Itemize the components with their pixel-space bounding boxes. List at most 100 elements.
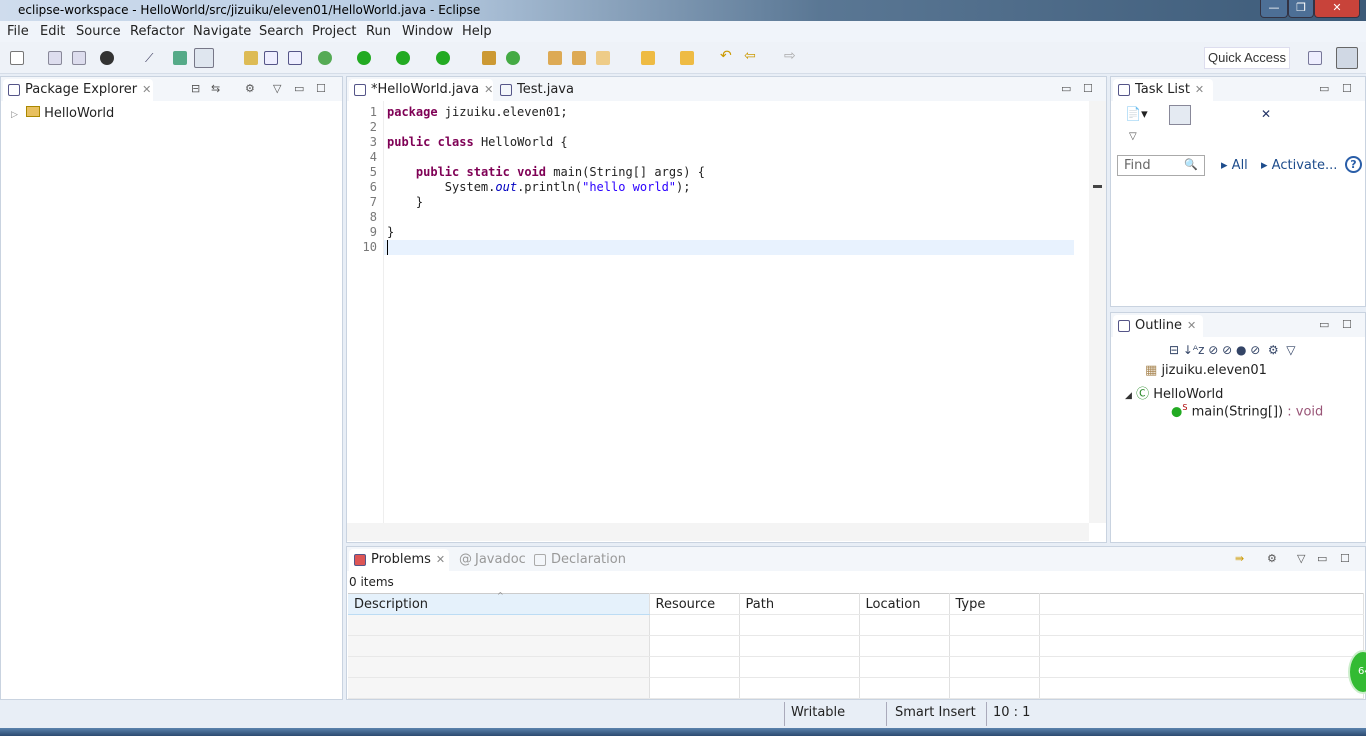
code-text[interactable]: package jizuiku.eleven01; public class He… bbox=[387, 105, 705, 255]
menu-search[interactable]: Search bbox=[259, 24, 304, 39]
save-all-icon[interactable] bbox=[72, 51, 86, 65]
new-task-icon[interactable]: 📄▾ bbox=[1125, 107, 1148, 122]
outline-class[interactable]: ◢ Ⓒ HelloWorld bbox=[1125, 383, 1223, 402]
maximize-icon[interactable]: ☐ bbox=[316, 82, 326, 95]
skip-breakpoints-icon[interactable]: ⟋ bbox=[145, 51, 159, 65]
java-perspective-icon[interactable] bbox=[1336, 47, 1358, 69]
column-resource[interactable]: Resource bbox=[649, 593, 740, 615]
last-edit-icon[interactable]: ↶ bbox=[720, 48, 734, 64]
tab-task-list[interactable]: Task List ✕ bbox=[1113, 79, 1213, 101]
menu-project[interactable]: Project bbox=[312, 24, 356, 39]
table-row bbox=[348, 677, 1364, 699]
column-type[interactable]: Type bbox=[949, 593, 1040, 615]
menu-window[interactable]: Window bbox=[402, 24, 453, 39]
close-icon[interactable]: ✕ bbox=[1187, 319, 1196, 332]
tab-package-explorer[interactable]: Package Explorer ✕ bbox=[3, 79, 153, 101]
menu-bar: File Edit Source Refactor Navigate Searc… bbox=[0, 21, 1366, 42]
view-menu-icon[interactable]: ⚙ bbox=[1267, 552, 1277, 565]
tab-declaration[interactable]: Declaration bbox=[529, 549, 629, 571]
restore-button[interactable]: ❐ bbox=[1288, 0, 1314, 18]
coverage-icon[interactable] bbox=[396, 51, 410, 65]
block-selection-icon[interactable] bbox=[264, 51, 278, 65]
tab-javadoc[interactable]: @ Javadoc bbox=[453, 549, 527, 571]
tab-test-java[interactable]: Test.java bbox=[495, 79, 585, 101]
minimize-icon[interactable]: ▭ bbox=[1319, 318, 1329, 331]
outline-toolbar-icons[interactable]: ⊟ ↓ᴬz ⊘ ⊘ ● ⊘ ⚙ ▽ bbox=[1169, 343, 1296, 357]
chevron-down-icon[interactable]: ▽ bbox=[1297, 552, 1305, 565]
tree-item-helloworld[interactable]: ▷ HelloWorld bbox=[11, 106, 114, 121]
maximize-icon[interactable]: ☐ bbox=[1342, 82, 1352, 95]
vertical-scrollbar[interactable] bbox=[1089, 101, 1106, 523]
focus-icon[interactable]: ✕ bbox=[1261, 107, 1271, 121]
minimize-icon[interactable]: ▭ bbox=[1319, 82, 1329, 95]
profile-icon[interactable] bbox=[100, 51, 114, 65]
run-icon[interactable] bbox=[357, 51, 371, 65]
menu-refactor[interactable]: Refactor bbox=[130, 24, 185, 39]
close-button[interactable]: ✕ bbox=[1314, 0, 1360, 18]
column-path[interactable]: Path bbox=[739, 593, 860, 615]
new-icon[interactable] bbox=[10, 51, 24, 65]
open-type-icon[interactable] bbox=[548, 51, 562, 65]
tab-problems[interactable]: Problems ✕ bbox=[349, 549, 449, 571]
outline-package[interactable]: ▦ jizuiku.eleven01 bbox=[1145, 363, 1267, 378]
save-icon[interactable] bbox=[48, 51, 62, 65]
task-icon[interactable] bbox=[173, 51, 187, 65]
open-perspective-icon[interactable] bbox=[1308, 51, 1322, 65]
new-package-icon[interactable] bbox=[482, 51, 496, 65]
view-menu-icon[interactable]: ⚙ bbox=[245, 82, 255, 95]
problems-icon bbox=[354, 554, 366, 566]
close-icon[interactable]: ✕ bbox=[436, 553, 445, 566]
chevron-down-icon[interactable]: ▽ bbox=[273, 82, 281, 95]
whitespace-icon[interactable] bbox=[288, 51, 302, 65]
focus-on-active-task-icon[interactable]: ⇛ bbox=[1235, 552, 1244, 565]
menu-edit[interactable]: Edit bbox=[40, 24, 65, 39]
menu-run[interactable]: Run bbox=[366, 24, 391, 39]
column-location[interactable]: Location bbox=[859, 593, 950, 615]
mark-occurrences-icon[interactable] bbox=[194, 48, 214, 68]
public-method-icon: ● bbox=[1171, 404, 1183, 420]
link-editor-icon[interactable]: ⇆ bbox=[211, 82, 220, 95]
new-class-icon[interactable] bbox=[506, 51, 520, 65]
class-icon: Ⓒ bbox=[1136, 387, 1150, 402]
forward-icon[interactable]: ⇨ bbox=[784, 48, 798, 64]
activate-link[interactable]: ▸ Activate... bbox=[1261, 158, 1337, 173]
tab-outline[interactable]: Outline ✕ bbox=[1113, 315, 1203, 337]
maximize-icon[interactable]: ☐ bbox=[1083, 82, 1093, 95]
minimize-icon[interactable]: ▭ bbox=[294, 82, 304, 95]
search-icon[interactable] bbox=[596, 51, 610, 65]
menu-help[interactable]: Help bbox=[462, 24, 492, 39]
open-folder-icon[interactable] bbox=[572, 51, 586, 65]
horizontal-scrollbar[interactable] bbox=[347, 523, 1089, 541]
close-icon[interactable]: ✕ bbox=[142, 83, 151, 96]
overview-ruler-marker[interactable] bbox=[1093, 185, 1102, 188]
all-link[interactable]: ▸ All bbox=[1221, 158, 1248, 173]
close-icon[interactable]: ✕ bbox=[1195, 83, 1204, 96]
code-area[interactable]: 1 2 3 4 5 6 7 8 9 10 package jizuiku.eleven01; pub… bbox=[347, 101, 1089, 523]
external-tools-icon[interactable] bbox=[436, 51, 450, 65]
word-wrap-icon[interactable] bbox=[244, 51, 258, 65]
close-icon[interactable]: ✕ bbox=[484, 83, 493, 96]
outline-method[interactable]: ●S main(String[]) : void bbox=[1171, 403, 1323, 419]
collapse-all-icon[interactable]: ⊟ bbox=[191, 82, 200, 95]
minimize-icon[interactable]: ▭ bbox=[1317, 552, 1327, 565]
quick-access-input[interactable]: Quick Access bbox=[1204, 47, 1290, 69]
next-annotation-icon[interactable] bbox=[641, 51, 655, 65]
find-input[interactable]: Find 🔍 bbox=[1117, 155, 1205, 176]
maximize-icon[interactable]: ☐ bbox=[1342, 318, 1352, 331]
menu-source[interactable]: Source bbox=[76, 24, 121, 39]
chevron-down-icon[interactable]: ▽ bbox=[1129, 131, 1137, 142]
menu-navigate[interactable]: Navigate bbox=[193, 24, 251, 39]
minimize-icon[interactable]: ▭ bbox=[1061, 82, 1071, 95]
back-icon[interactable]: ⇦ bbox=[744, 48, 758, 64]
expand-icon[interactable]: ▷ bbox=[11, 110, 18, 120]
minimize-button[interactable]: — bbox=[1260, 0, 1288, 18]
maximize-icon[interactable]: ☐ bbox=[1340, 552, 1350, 565]
categorized-icon[interactable] bbox=[1169, 105, 1191, 125]
help-icon[interactable]: ? bbox=[1345, 156, 1362, 173]
tab-helloworld-java[interactable]: *HelloWorld.java ✕ bbox=[349, 79, 493, 101]
previous-annotation-icon[interactable] bbox=[680, 51, 694, 65]
debug-icon[interactable] bbox=[318, 51, 332, 65]
outline-panel: Outline ✕ ▭ ☐ ⊟ ↓ᴬz ⊘ ⊘ ● ⊘ ⚙ ▽ ▦ jizuiku… bbox=[1110, 312, 1366, 543]
collapse-icon[interactable]: ◢ bbox=[1125, 391, 1132, 401]
menu-file[interactable]: File bbox=[7, 24, 29, 39]
